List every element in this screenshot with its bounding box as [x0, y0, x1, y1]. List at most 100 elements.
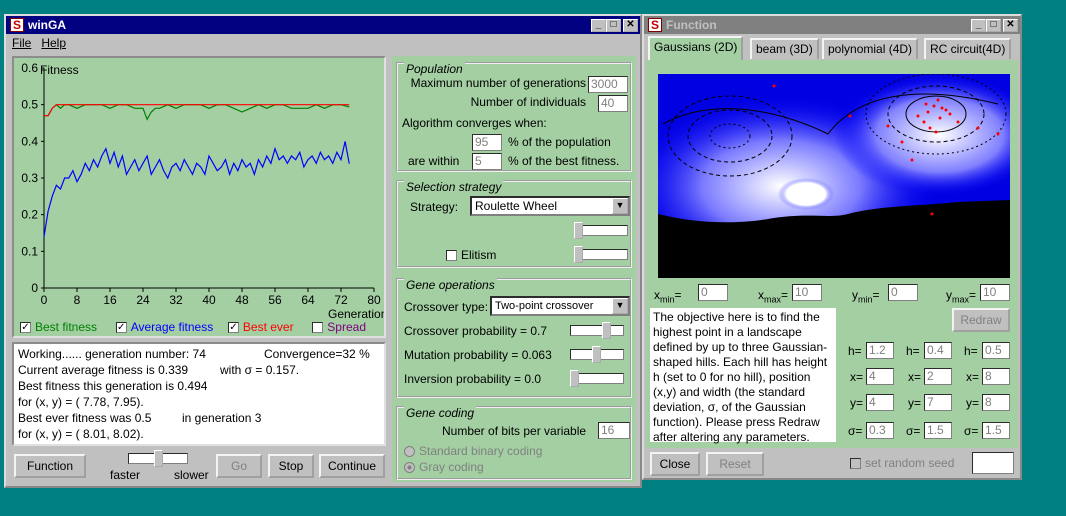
function-button[interactable]: Function	[14, 454, 86, 478]
status-best-gen: Best fitness this generation is 0.494	[18, 379, 208, 393]
hill-3-h-input[interactable]: 0.5	[982, 342, 1010, 359]
menubar: File Help	[6, 34, 640, 52]
random-seed-option[interactable]: set random seed	[850, 456, 954, 470]
hill-3-sigma-input[interactable]: 1.5	[982, 422, 1010, 439]
menu-help[interactable]: Help	[41, 36, 66, 50]
elitism-checkbox[interactable]	[446, 250, 457, 262]
status-panel: Working...... generation number: 74 Conv…	[12, 342, 386, 446]
tab-rc-circuit[interactable]: RC circuit(4D)	[924, 38, 1012, 59]
function-titlebar[interactable]: S Function _ □ ✕	[644, 16, 1020, 34]
hill-3-sigma-label: σ=	[964, 424, 979, 438]
hill-2-h-input[interactable]: 0.4	[924, 342, 952, 359]
stop-button[interactable]: Stop	[268, 454, 314, 478]
selection-slider-1[interactable]	[574, 222, 628, 239]
status-avg-fitness: Current average fitness is 0.339	[18, 363, 189, 377]
tab-gaussians[interactable]: Gaussians (2D)	[648, 36, 744, 60]
chevron-down-icon[interactable]: ▼	[612, 198, 628, 214]
x-tick-label: 48	[235, 293, 249, 307]
hill-3-y-label: y=	[966, 396, 980, 410]
app-icon: S	[10, 18, 24, 32]
status-best-ever: Best ever fitness was 0.5	[18, 411, 152, 425]
crossover-type-dropdown[interactable]: Two-point crossover ▼	[490, 296, 630, 316]
hill-2-sigma-input[interactable]: 1.5	[924, 422, 952, 439]
mutation-prob-slider[interactable]	[570, 346, 624, 363]
max-gen-input[interactable]: 3000	[588, 76, 628, 93]
hill-2-x-input[interactable]: 2	[924, 368, 952, 385]
elitism-option[interactable]: Elitism	[446, 248, 496, 262]
best-fitness-checkbox[interactable]: ✓	[20, 322, 31, 334]
winga-window: S winGA _ □ ✕ File Help 0 0.1 0.2 0.3 0.4 0.5…	[4, 14, 642, 488]
redraw-button[interactable]: Redraw	[952, 308, 1010, 332]
xmax-input[interactable]: 10	[792, 284, 822, 301]
ymin-input[interactable]: 0	[888, 284, 918, 301]
hill-3-x-label: x=	[966, 370, 980, 384]
best-ever-checkbox[interactable]: ✓	[227, 322, 239, 334]
legend-average-fitness: Average fitness	[130, 320, 214, 334]
legend: ✓ Best fitness ✓ Average fitness ✓ Best eve…	[20, 320, 366, 334]
close-icon[interactable]: ✕	[1003, 18, 1018, 32]
series-line-best-ever	[44, 104, 350, 117]
bits-input[interactable]: 16	[598, 422, 630, 439]
hill-3-y-input[interactable]: 8	[982, 394, 1010, 411]
maximize-icon[interactable]: □	[606, 18, 621, 32]
hill-1-h-input[interactable]: 1.2	[866, 342, 894, 359]
x-tick-label: 64	[301, 293, 315, 307]
elitism-label: Elitism	[461, 248, 497, 262]
population-percent-suffix: % of the population	[508, 135, 611, 149]
ymax-input[interactable]: 10	[980, 284, 1010, 301]
population-group: Population Maximum number of generations…	[396, 62, 632, 172]
hill-3-x-input[interactable]: 8	[982, 368, 1010, 385]
random-seed-checkbox[interactable]	[850, 458, 861, 470]
inversion-prob-slider[interactable]	[570, 370, 624, 387]
bits-label: Number of bits per variable	[442, 424, 587, 438]
population-percent-input[interactable]: 95	[472, 134, 502, 151]
hill-1-x-input[interactable]: 4	[866, 368, 894, 385]
minimize-icon[interactable]: _	[971, 18, 986, 32]
y-tick-label: 0.5	[21, 98, 38, 112]
standard-coding-label: Standard binary coding	[419, 444, 543, 458]
chevron-down-icon[interactable]: ▼	[612, 298, 628, 314]
tab-polynomial[interactable]: polynomial (4D)	[822, 38, 919, 59]
num-ind-input[interactable]: 40	[598, 95, 628, 112]
close-button[interactable]: Close	[650, 452, 700, 476]
strategy-label: Strategy:	[410, 200, 459, 214]
hill-2-sigma-label: σ=	[906, 424, 921, 438]
gray-coding-option[interactable]: Gray coding	[404, 460, 484, 474]
chart-panel: 0 0.1 0.2 0.3 0.4 0.5 0.6 0 8 16 24 32 40 48 56 64 72 80 F…	[12, 56, 386, 338]
hill-2-y-input[interactable]: 7	[924, 394, 952, 411]
x-tick-label: 8	[74, 293, 81, 307]
maximize-icon[interactable]: □	[986, 18, 1001, 32]
spread-checkbox[interactable]	[312, 322, 324, 334]
close-icon[interactable]: ✕	[623, 18, 638, 32]
standard-coding-option[interactable]: Standard binary coding	[404, 444, 542, 458]
hill-2-y-label: y=	[908, 396, 922, 410]
hill-1-x-label: x=	[850, 370, 864, 384]
selection-slider-2[interactable]	[574, 246, 628, 263]
selection-title: Selection strategy	[404, 180, 504, 194]
reset-button[interactable]: Reset	[706, 452, 764, 476]
tab-beam[interactable]: beam (3D)	[750, 38, 819, 59]
function-title: Function	[666, 18, 717, 32]
crossover-prob-slider[interactable]	[570, 322, 624, 339]
average-fitness-checkbox[interactable]: ✓	[115, 322, 127, 334]
go-button[interactable]: Go	[216, 454, 262, 478]
random-seed-input[interactable]	[972, 452, 1014, 474]
speed-slider[interactable]	[128, 450, 188, 467]
within-input[interactable]: 5	[472, 153, 502, 170]
strategy-value: Roulette Wheel	[475, 199, 558, 213]
minimize-icon[interactable]: _	[591, 18, 606, 32]
xmin-input[interactable]: 0	[698, 284, 728, 301]
hill-1-sigma-input[interactable]: 0.3	[866, 422, 894, 439]
series-line-best-fitness	[44, 103, 350, 121]
crossover-prob-label: Crossover probability = 0.7	[404, 324, 548, 338]
series-line-average-fitness	[43, 141, 350, 237]
continue-button[interactable]: Continue	[319, 454, 385, 478]
hill-1-y-input[interactable]: 4	[866, 394, 894, 411]
gray-coding-radio[interactable]	[404, 462, 415, 474]
strategy-dropdown[interactable]: Roulette Wheel ▼	[470, 196, 630, 216]
legend-spread: Spread	[327, 320, 366, 334]
winga-titlebar[interactable]: S winGA _ □ ✕	[6, 16, 640, 34]
standard-coding-radio[interactable]	[404, 446, 415, 458]
selection-group: Selection strategy Strategy: Roulette Wh…	[396, 180, 632, 268]
menu-file[interactable]: File	[12, 36, 31, 50]
